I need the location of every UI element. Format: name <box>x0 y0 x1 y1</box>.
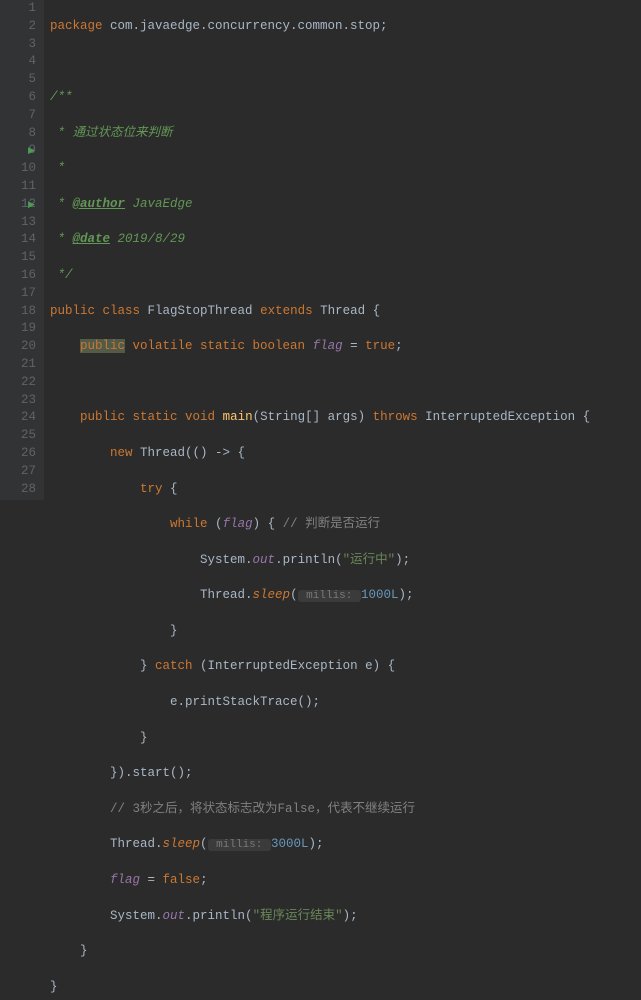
parameter-hint: millis: <box>298 590 361 602</box>
code-line: flag = false; <box>50 872 590 890</box>
code-line: while (flag) { // 判断是否运行 <box>50 516 590 534</box>
code-line: public static void main(String[] args) t… <box>50 409 590 427</box>
code-editor[interactable]: package com.javaedge.concurrency.common.… <box>44 0 590 500</box>
code-line: e.printStackTrace(); <box>50 694 590 712</box>
code-line <box>50 374 590 392</box>
code-line: try { <box>50 481 590 499</box>
code-line: new Thread(() -> { <box>50 445 590 463</box>
code-line <box>50 53 590 71</box>
code-line: } <box>50 979 590 997</box>
code-line: */ <box>50 267 590 285</box>
parameter-hint: millis: <box>208 839 271 851</box>
code-line: Thread.sleep( millis: 1000L); <box>50 587 590 605</box>
code-line: } <box>50 943 590 961</box>
code-line: * <box>50 160 590 178</box>
run-marker-icon[interactable]: ▶ <box>28 197 35 215</box>
code-line: } catch (InterruptedException e) { <box>50 658 590 676</box>
run-marker-icon[interactable]: ▶ <box>28 143 35 161</box>
code-line: } <box>50 730 590 748</box>
code-line: }).start(); <box>50 765 590 783</box>
code-line: /** <box>50 89 590 107</box>
code-line: * @date 2019/8/29 <box>50 231 590 249</box>
code-line: Thread.sleep( millis: 3000L); <box>50 836 590 854</box>
code-line: * @author JavaEdge <box>50 196 590 214</box>
code-line: public volatile static boolean flag = tr… <box>50 338 590 356</box>
code-line: // 3秒之后，将状态标志改为False，代表不继续运行 <box>50 801 590 819</box>
code-line: } <box>50 623 590 641</box>
code-line: package com.javaedge.concurrency.common.… <box>50 18 590 36</box>
code-line: System.out.println("运行中"); <box>50 552 590 570</box>
code-line: System.out.println("程序运行结束"); <box>50 908 590 926</box>
line-number-gutter: 1 2 3 4 5 6 7 8 9 10 11 12 13 14 15 16 1… <box>0 0 44 500</box>
code-line: * 通过状态位来判断 <box>50 125 590 143</box>
code-line: public class FlagStopThread extends Thre… <box>50 303 590 321</box>
